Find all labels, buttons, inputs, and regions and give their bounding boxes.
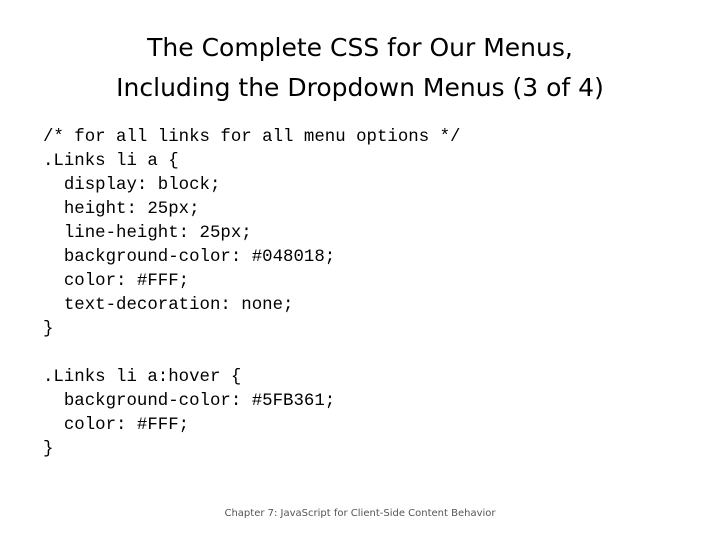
- code-close-brace-hover: }: [43, 440, 54, 459]
- code-rule-display: display: block;: [43, 176, 221, 195]
- code-rule-line-height: line-height: 25px;: [43, 224, 252, 243]
- code-rule-hover-background: background-color: #5FB361;: [43, 392, 336, 411]
- title-line-1: The Complete CSS for Our Menus,: [147, 33, 573, 62]
- code-rule-color: color: #FFF;: [43, 272, 190, 291]
- code-rule-background-color: background-color: #048018;: [43, 248, 336, 267]
- code-rule-hover-color: color: #FFF;: [43, 416, 190, 435]
- css-code-block: /* for all links for all menu options */…: [43, 126, 460, 462]
- slide-footer: Chapter 7: JavaScript for Client-Side Co…: [224, 508, 496, 519]
- code-comment-line: /* for all links for all menu options */: [43, 128, 461, 147]
- code-selector-hover: .Links li a:hover {: [43, 368, 242, 387]
- code-rule-text-decoration: text-decoration: none;: [43, 296, 294, 315]
- code-rule-height: height: 25px;: [43, 200, 200, 219]
- code-close-brace: }: [43, 320, 54, 339]
- title-line-2: Including the Dropdown Menus (3 of 4): [116, 73, 604, 102]
- code-selector-links: .Links li a {: [43, 152, 179, 171]
- slide-title: The Complete CSS for Our Menus, Includin…: [60, 28, 660, 108]
